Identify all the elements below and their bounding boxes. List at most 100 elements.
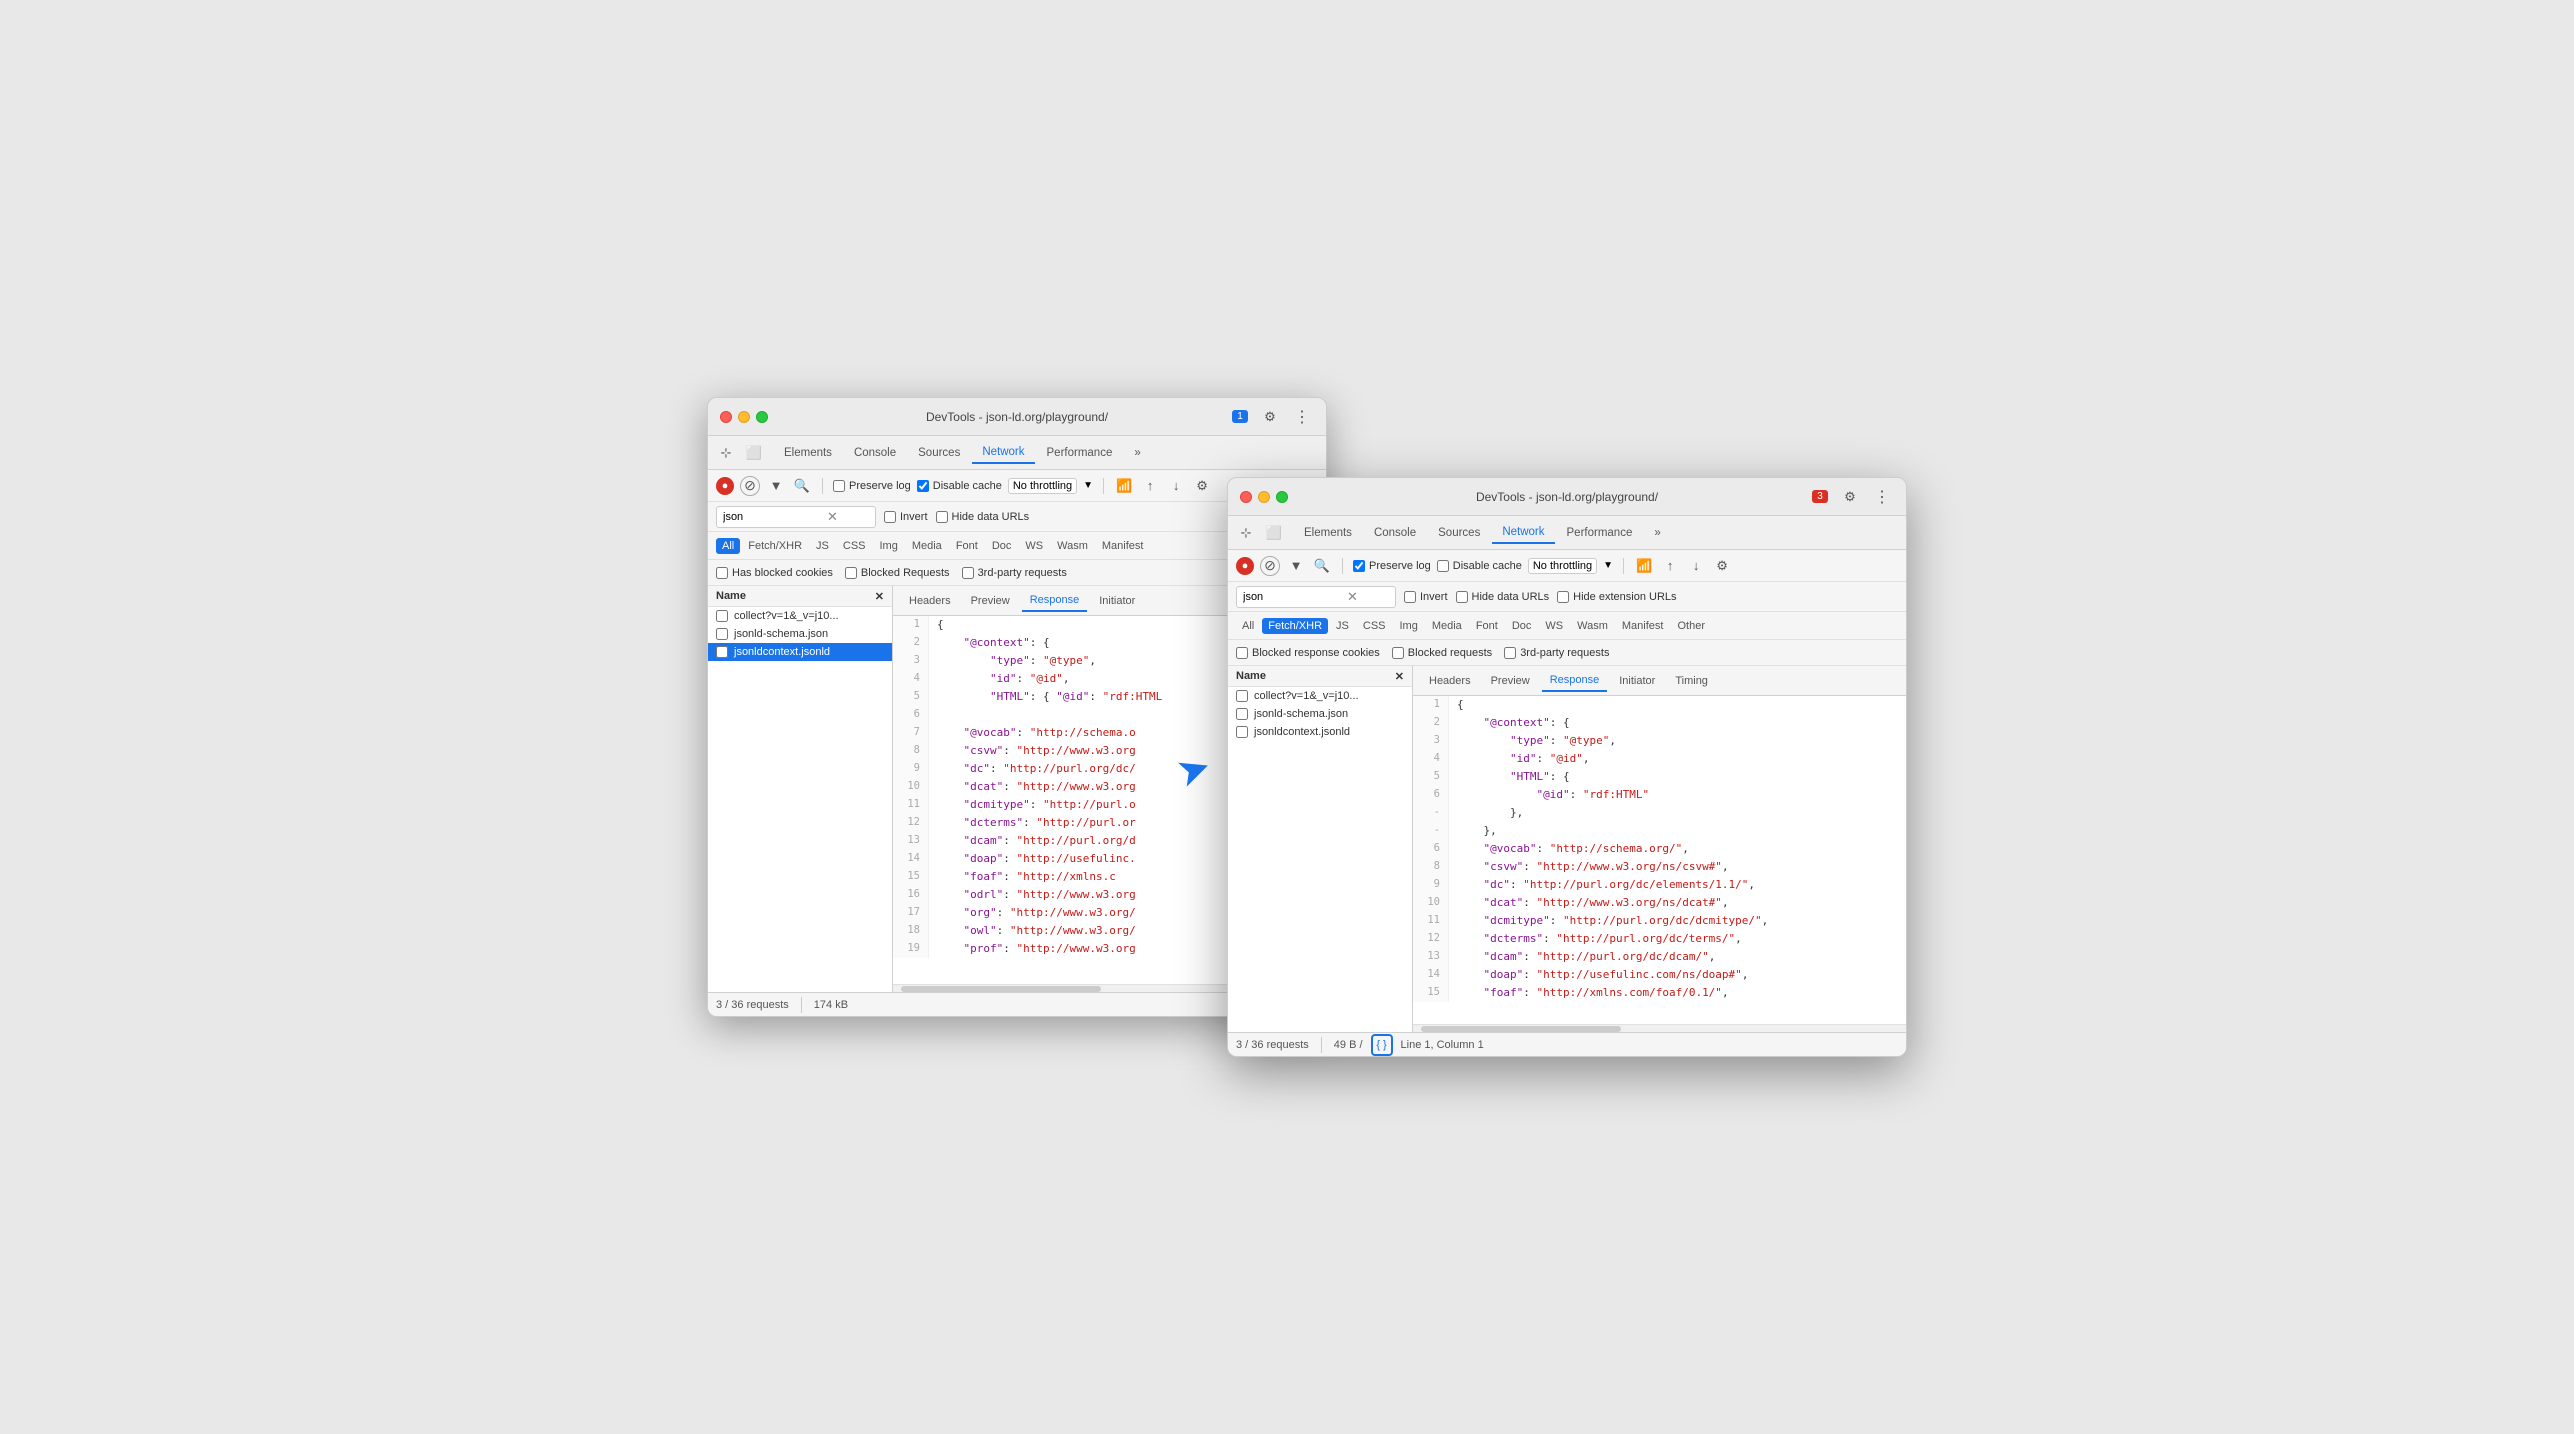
more-icon-front[interactable]: ⋮ [1870, 487, 1894, 507]
search-input-front[interactable] [1243, 591, 1343, 603]
more-icon-back[interactable]: ⋮ [1290, 407, 1314, 427]
filter-manifest-back[interactable]: Manifest [1096, 538, 1150, 554]
filter-all-front[interactable]: All [1236, 618, 1260, 634]
hide-data-check-back[interactable] [936, 511, 948, 523]
download-icon-back[interactable]: ↓ [1166, 476, 1186, 496]
upload-icon-back[interactable]: ↑ [1140, 476, 1160, 496]
resp-tab-headers-front[interactable]: Headers [1421, 671, 1479, 691]
wifi-icon-front[interactable]: 📶 [1634, 556, 1654, 576]
tab-console-front[interactable]: Console [1364, 523, 1426, 543]
filter-font-front[interactable]: Font [1470, 618, 1504, 634]
upload-icon-front[interactable]: ↑ [1660, 556, 1680, 576]
disable-cache-check-front[interactable] [1437, 560, 1449, 572]
badge-icon-front[interactable]: 3 [1810, 487, 1830, 507]
search-icon-back[interactable]: 🔍 [792, 476, 812, 496]
blocked-cookies-check-front[interactable] [1236, 647, 1248, 659]
resp-tab-initiator-front[interactable]: Initiator [1611, 671, 1663, 691]
clear-btn-front[interactable]: ⊘ [1260, 556, 1280, 576]
blocked-requests-check-front[interactable] [1392, 647, 1404, 659]
pretty-print-btn-front[interactable]: { } [1371, 1034, 1393, 1056]
hide-data-check-front[interactable] [1456, 591, 1468, 603]
close-button-back[interactable] [720, 411, 732, 423]
tab-elements-front[interactable]: Elements [1294, 523, 1362, 543]
filter-js-back[interactable]: JS [810, 538, 835, 554]
cursor-icon-back[interactable]: ⊹ [716, 443, 736, 463]
filter-css-front[interactable]: CSS [1357, 618, 1392, 634]
device-icon-front[interactable]: ⬜ [1264, 523, 1284, 543]
filter-font-back[interactable]: Font [950, 538, 984, 554]
file-check-collect-back[interactable] [716, 610, 728, 622]
filter-media-front[interactable]: Media [1426, 618, 1468, 634]
settings2-icon-front[interactable]: ⚙ [1712, 556, 1732, 576]
tab-performance-front[interactable]: Performance [1557, 523, 1643, 543]
file-check-jsonld-front[interactable] [1236, 726, 1248, 738]
resp-tab-response-back[interactable]: Response [1022, 590, 1088, 612]
third-party-check-front[interactable] [1504, 647, 1516, 659]
filter-wasm-front[interactable]: Wasm [1571, 618, 1614, 634]
resp-tab-response-front[interactable]: Response [1542, 670, 1608, 692]
close-button-front[interactable] [1240, 491, 1252, 503]
filter-img-back[interactable]: Img [874, 538, 904, 554]
filter-icon-front[interactable]: ▼ [1286, 556, 1306, 576]
filter-fetchxhr-back[interactable]: Fetch/XHR [742, 538, 808, 554]
filter-doc-front[interactable]: Doc [1506, 618, 1538, 634]
wifi-icon-back[interactable]: 📶 [1114, 476, 1134, 496]
file-check-schema-front[interactable] [1236, 708, 1248, 720]
preserve-log-check-back[interactable] [833, 480, 845, 492]
file-item-jsonld-back[interactable]: jsonldcontext.jsonld [708, 643, 892, 661]
maximize-button-front[interactable] [1276, 491, 1288, 503]
cursor-icon-front[interactable]: ⊹ [1236, 523, 1256, 543]
filter-doc-back[interactable]: Doc [986, 538, 1018, 554]
file-check-jsonld-back[interactable] [716, 646, 728, 658]
close-panel-back[interactable]: ✕ [875, 590, 884, 603]
filter-wasm-back[interactable]: Wasm [1051, 538, 1094, 554]
third-party-check-back[interactable] [962, 567, 974, 579]
settings-icon-back[interactable]: ⚙ [1260, 407, 1280, 427]
resp-tab-preview-front[interactable]: Preview [1483, 671, 1538, 691]
tab-network-front[interactable]: Network [1492, 522, 1554, 544]
filter-icon-back[interactable]: ▼ [766, 476, 786, 496]
clear-btn-back[interactable]: ⊘ [740, 476, 760, 496]
close-panel-front[interactable]: ✕ [1395, 670, 1404, 683]
search-clear-back[interactable]: ✕ [827, 509, 838, 525]
download-icon-front[interactable]: ↓ [1686, 556, 1706, 576]
blocked-cookies-check-back[interactable] [716, 567, 728, 579]
filter-ws-front[interactable]: WS [1539, 618, 1569, 634]
file-item-schema-front[interactable]: jsonld-schema.json [1228, 705, 1412, 723]
filter-media-back[interactable]: Media [906, 538, 948, 554]
filter-manifest-front[interactable]: Manifest [1616, 618, 1670, 634]
tab-sources-back[interactable]: Sources [908, 443, 970, 463]
tab-network-back[interactable]: Network [972, 442, 1034, 464]
filter-css-back[interactable]: CSS [837, 538, 872, 554]
resp-tab-headers-back[interactable]: Headers [901, 591, 959, 611]
file-item-schema-back[interactable]: jsonld-schema.json [708, 625, 892, 643]
search-icon-front[interactable]: 🔍 [1312, 556, 1332, 576]
settings2-icon-back[interactable]: ⚙ [1192, 476, 1212, 496]
search-input-back[interactable] [723, 511, 823, 523]
tab-sources-front[interactable]: Sources [1428, 523, 1490, 543]
record-btn-back[interactable]: ● [716, 477, 734, 495]
file-check-collect-front[interactable] [1236, 690, 1248, 702]
throttle-select-back[interactable]: No throttling [1008, 478, 1077, 494]
file-item-jsonld-front[interactable]: jsonldcontext.jsonld [1228, 723, 1412, 741]
minimize-button-back[interactable] [738, 411, 750, 423]
tab-more-back[interactable]: » [1124, 443, 1150, 463]
preserve-log-check-front[interactable] [1353, 560, 1365, 572]
invert-check-front[interactable] [1404, 591, 1416, 603]
disable-cache-check-back[interactable] [917, 480, 929, 492]
resp-tab-initiator-back[interactable]: Initiator [1091, 591, 1143, 611]
minimize-button-front[interactable] [1258, 491, 1270, 503]
filter-other-front[interactable]: Other [1671, 618, 1711, 634]
tab-more-front[interactable]: » [1644, 523, 1670, 543]
filter-fetchxhr-front[interactable]: Fetch/XHR [1262, 618, 1328, 634]
filter-js-front[interactable]: JS [1330, 618, 1355, 634]
search-clear-front[interactable]: ✕ [1347, 589, 1358, 605]
blocked-requests-check-back[interactable] [845, 567, 857, 579]
invert-check-back[interactable] [884, 511, 896, 523]
file-check-schema-back[interactable] [716, 628, 728, 640]
maximize-button-back[interactable] [756, 411, 768, 423]
hide-ext-check-front[interactable] [1557, 591, 1569, 603]
badge-icon-back[interactable]: 1 [1230, 407, 1250, 427]
tab-performance-back[interactable]: Performance [1037, 443, 1123, 463]
settings-icon-front[interactable]: ⚙ [1840, 487, 1860, 507]
